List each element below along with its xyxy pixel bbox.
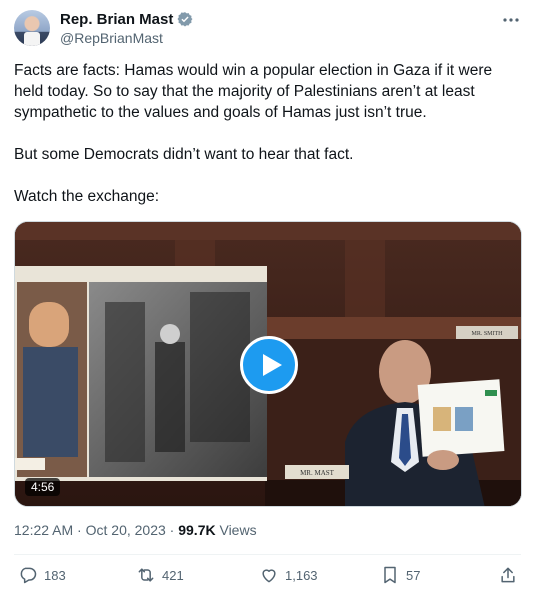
bookmark-count: 57: [406, 567, 421, 583]
views-label: Views: [219, 522, 257, 538]
avatar[interactable]: [14, 10, 50, 46]
author-display-name[interactable]: Rep. Brian Mast: [60, 11, 173, 28]
author-name-row: Rep. Brian Mast: [60, 10, 193, 28]
tweet-meta: 12:22 AM · Oct 20, 2023 · 99.7K Views: [14, 522, 257, 538]
reply-button[interactable]: 183: [18, 565, 66, 585]
video-duration: 4:56: [25, 478, 61, 496]
meta-separator: ·: [169, 522, 179, 538]
bookmark-icon: [384, 566, 396, 584]
bookmark-button[interactable]: 57: [380, 565, 420, 585]
reply-count: 183: [44, 567, 66, 583]
tweet-date[interactable]: Oct 20, 2023: [86, 522, 166, 538]
video-player[interactable]: MR. MAST MR. SMITH 4:56: [14, 221, 522, 507]
meta-separator: ·: [73, 522, 86, 538]
nameplate-left: MR. MAST: [300, 469, 335, 477]
tweet-paragraph: Watch the exchange:: [14, 188, 160, 205]
action-bar: 183 421 1,163 57: [14, 565, 521, 587]
share-icon: [501, 567, 515, 583]
play-icon: [263, 354, 282, 376]
nameplate-right: MR. SMITH: [471, 331, 503, 337]
tweet-paragraph: Facts are facts: Hamas would win a popul…: [14, 62, 493, 121]
like-button[interactable]: 1,163: [259, 565, 318, 585]
reply-icon: [20, 567, 37, 584]
repost-icon: [138, 568, 154, 582]
tweet-time[interactable]: 12:22 AM: [14, 522, 73, 538]
repost-button[interactable]: 421: [136, 565, 184, 585]
verified-badge-icon: [177, 12, 193, 27]
views-count: 99.7K: [178, 522, 216, 538]
play-button[interactable]: [240, 336, 298, 394]
share-button[interactable]: [498, 565, 518, 585]
divider: [14, 554, 521, 555]
tweet: Rep. Brian Mast @RepBrianMast Facts are …: [0, 0, 535, 595]
author-handle[interactable]: @RepBrianMast: [60, 30, 163, 46]
more-icon[interactable]: [501, 10, 521, 30]
like-count: 1,163: [285, 567, 318, 583]
tweet-paragraph: But some Democrats didn’t want to hear t…: [14, 146, 354, 163]
repost-count: 421: [162, 567, 184, 583]
like-icon: [262, 569, 276, 583]
avatar-shirt: [24, 32, 40, 46]
tweet-text: Facts are facts: Hamas would win a popul…: [14, 60, 519, 207]
